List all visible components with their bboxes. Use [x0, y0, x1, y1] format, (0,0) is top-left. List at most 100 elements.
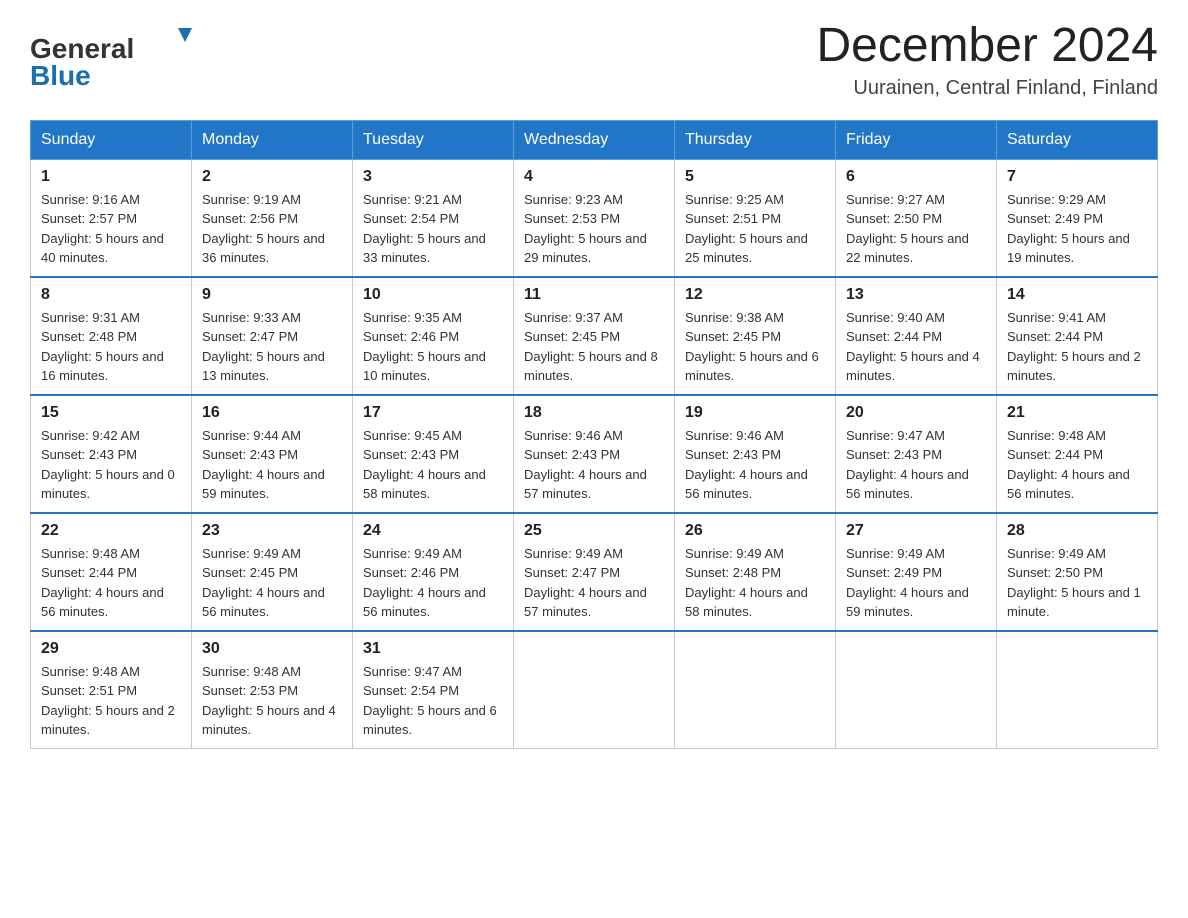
day-header-thursday: Thursday [675, 120, 836, 159]
day-number: 29 [41, 640, 181, 658]
day-info: Sunrise: 9:40 AM Sunset: 2:44 PM Dayligh… [846, 308, 986, 386]
month-title: December 2024 [816, 20, 1158, 73]
calendar-cell: 29 Sunrise: 9:48 AM Sunset: 2:51 PM Dayl… [31, 631, 192, 749]
day-number: 18 [524, 404, 664, 422]
calendar-cell: 5 Sunrise: 9:25 AM Sunset: 2:51 PM Dayli… [675, 159, 836, 277]
day-number: 15 [41, 404, 181, 422]
day-info: Sunrise: 9:49 AM Sunset: 2:46 PM Dayligh… [363, 544, 503, 622]
calendar-cell: 4 Sunrise: 9:23 AM Sunset: 2:53 PM Dayli… [514, 159, 675, 277]
calendar-cell: 24 Sunrise: 9:49 AM Sunset: 2:46 PM Dayl… [353, 513, 514, 631]
day-info: Sunrise: 9:35 AM Sunset: 2:46 PM Dayligh… [363, 308, 503, 386]
day-info: Sunrise: 9:46 AM Sunset: 2:43 PM Dayligh… [524, 426, 664, 504]
day-number: 25 [524, 522, 664, 540]
day-number: 27 [846, 522, 986, 540]
day-info: Sunrise: 9:21 AM Sunset: 2:54 PM Dayligh… [363, 190, 503, 268]
day-number: 3 [363, 168, 503, 186]
calendar-week-5: 29 Sunrise: 9:48 AM Sunset: 2:51 PM Dayl… [31, 631, 1158, 749]
day-info: Sunrise: 9:16 AM Sunset: 2:57 PM Dayligh… [41, 190, 181, 268]
logo: General Blue [30, 20, 220, 95]
calendar-header-row: SundayMondayTuesdayWednesdayThursdayFrid… [31, 120, 1158, 159]
day-number: 20 [846, 404, 986, 422]
calendar-cell: 14 Sunrise: 9:41 AM Sunset: 2:44 PM Dayl… [997, 277, 1158, 395]
calendar-cell: 7 Sunrise: 9:29 AM Sunset: 2:49 PM Dayli… [997, 159, 1158, 277]
day-number: 30 [202, 640, 342, 658]
calendar-week-4: 22 Sunrise: 9:48 AM Sunset: 2:44 PM Dayl… [31, 513, 1158, 631]
calendar-cell: 13 Sunrise: 9:40 AM Sunset: 2:44 PM Dayl… [836, 277, 997, 395]
calendar-cell: 20 Sunrise: 9:47 AM Sunset: 2:43 PM Dayl… [836, 395, 997, 513]
day-info: Sunrise: 9:49 AM Sunset: 2:50 PM Dayligh… [1007, 544, 1147, 622]
day-number: 8 [41, 286, 181, 304]
day-info: Sunrise: 9:47 AM Sunset: 2:54 PM Dayligh… [363, 662, 503, 740]
day-info: Sunrise: 9:47 AM Sunset: 2:43 PM Dayligh… [846, 426, 986, 504]
day-header-saturday: Saturday [997, 120, 1158, 159]
calendar-cell: 10 Sunrise: 9:35 AM Sunset: 2:46 PM Dayl… [353, 277, 514, 395]
day-info: Sunrise: 9:46 AM Sunset: 2:43 PM Dayligh… [685, 426, 825, 504]
day-number: 2 [202, 168, 342, 186]
day-header-sunday: Sunday [31, 120, 192, 159]
day-info: Sunrise: 9:45 AM Sunset: 2:43 PM Dayligh… [363, 426, 503, 504]
page-header: General Blue December 2024 Uurainen, Cen… [30, 20, 1158, 100]
day-info: Sunrise: 9:48 AM Sunset: 2:51 PM Dayligh… [41, 662, 181, 740]
day-header-monday: Monday [192, 120, 353, 159]
calendar-cell: 19 Sunrise: 9:46 AM Sunset: 2:43 PM Dayl… [675, 395, 836, 513]
day-info: Sunrise: 9:33 AM Sunset: 2:47 PM Dayligh… [202, 308, 342, 386]
day-info: Sunrise: 9:38 AM Sunset: 2:45 PM Dayligh… [685, 308, 825, 386]
calendar-cell: 22 Sunrise: 9:48 AM Sunset: 2:44 PM Dayl… [31, 513, 192, 631]
day-number: 9 [202, 286, 342, 304]
calendar-week-3: 15 Sunrise: 9:42 AM Sunset: 2:43 PM Dayl… [31, 395, 1158, 513]
day-number: 23 [202, 522, 342, 540]
calendar-cell: 2 Sunrise: 9:19 AM Sunset: 2:56 PM Dayli… [192, 159, 353, 277]
svg-text:Blue: Blue [30, 60, 91, 90]
day-info: Sunrise: 9:23 AM Sunset: 2:53 PM Dayligh… [524, 190, 664, 268]
calendar-cell [836, 631, 997, 749]
title-block: December 2024 Uurainen, Central Finland,… [816, 20, 1158, 100]
calendar-table: SundayMondayTuesdayWednesdayThursdayFrid… [30, 120, 1158, 749]
day-info: Sunrise: 9:42 AM Sunset: 2:43 PM Dayligh… [41, 426, 181, 504]
day-number: 1 [41, 168, 181, 186]
day-number: 31 [363, 640, 503, 658]
calendar-cell: 31 Sunrise: 9:47 AM Sunset: 2:54 PM Dayl… [353, 631, 514, 749]
calendar-cell: 1 Sunrise: 9:16 AM Sunset: 2:57 PM Dayli… [31, 159, 192, 277]
day-info: Sunrise: 9:31 AM Sunset: 2:48 PM Dayligh… [41, 308, 181, 386]
day-number: 4 [524, 168, 664, 186]
day-info: Sunrise: 9:49 AM Sunset: 2:49 PM Dayligh… [846, 544, 986, 622]
day-header-wednesday: Wednesday [514, 120, 675, 159]
calendar-cell: 26 Sunrise: 9:49 AM Sunset: 2:48 PM Dayl… [675, 513, 836, 631]
day-info: Sunrise: 9:29 AM Sunset: 2:49 PM Dayligh… [1007, 190, 1147, 268]
calendar-week-2: 8 Sunrise: 9:31 AM Sunset: 2:48 PM Dayli… [31, 277, 1158, 395]
day-number: 19 [685, 404, 825, 422]
day-number: 21 [1007, 404, 1147, 422]
calendar-cell: 16 Sunrise: 9:44 AM Sunset: 2:43 PM Dayl… [192, 395, 353, 513]
calendar-cell: 8 Sunrise: 9:31 AM Sunset: 2:48 PM Dayli… [31, 277, 192, 395]
calendar-cell: 23 Sunrise: 9:49 AM Sunset: 2:45 PM Dayl… [192, 513, 353, 631]
day-info: Sunrise: 9:49 AM Sunset: 2:47 PM Dayligh… [524, 544, 664, 622]
day-info: Sunrise: 9:19 AM Sunset: 2:56 PM Dayligh… [202, 190, 342, 268]
day-number: 13 [846, 286, 986, 304]
calendar-cell: 21 Sunrise: 9:48 AM Sunset: 2:44 PM Dayl… [997, 395, 1158, 513]
calendar-cell: 15 Sunrise: 9:42 AM Sunset: 2:43 PM Dayl… [31, 395, 192, 513]
day-number: 10 [363, 286, 503, 304]
calendar-cell: 6 Sunrise: 9:27 AM Sunset: 2:50 PM Dayli… [836, 159, 997, 277]
day-info: Sunrise: 9:49 AM Sunset: 2:48 PM Dayligh… [685, 544, 825, 622]
day-number: 28 [1007, 522, 1147, 540]
day-info: Sunrise: 9:37 AM Sunset: 2:45 PM Dayligh… [524, 308, 664, 386]
calendar-cell: 9 Sunrise: 9:33 AM Sunset: 2:47 PM Dayli… [192, 277, 353, 395]
day-number: 16 [202, 404, 342, 422]
calendar-cell: 25 Sunrise: 9:49 AM Sunset: 2:47 PM Dayl… [514, 513, 675, 631]
calendar-cell: 30 Sunrise: 9:48 AM Sunset: 2:53 PM Dayl… [192, 631, 353, 749]
day-number: 12 [685, 286, 825, 304]
day-info: Sunrise: 9:48 AM Sunset: 2:53 PM Dayligh… [202, 662, 342, 740]
calendar-cell [675, 631, 836, 749]
calendar-cell: 12 Sunrise: 9:38 AM Sunset: 2:45 PM Dayl… [675, 277, 836, 395]
day-info: Sunrise: 9:41 AM Sunset: 2:44 PM Dayligh… [1007, 308, 1147, 386]
day-header-friday: Friday [836, 120, 997, 159]
day-info: Sunrise: 9:27 AM Sunset: 2:50 PM Dayligh… [846, 190, 986, 268]
day-number: 24 [363, 522, 503, 540]
day-number: 7 [1007, 168, 1147, 186]
calendar-cell: 28 Sunrise: 9:49 AM Sunset: 2:50 PM Dayl… [997, 513, 1158, 631]
calendar-week-1: 1 Sunrise: 9:16 AM Sunset: 2:57 PM Dayli… [31, 159, 1158, 277]
day-number: 11 [524, 286, 664, 304]
calendar-cell: 27 Sunrise: 9:49 AM Sunset: 2:49 PM Dayl… [836, 513, 997, 631]
day-info: Sunrise: 9:49 AM Sunset: 2:45 PM Dayligh… [202, 544, 342, 622]
calendar-cell: 18 Sunrise: 9:46 AM Sunset: 2:43 PM Dayl… [514, 395, 675, 513]
